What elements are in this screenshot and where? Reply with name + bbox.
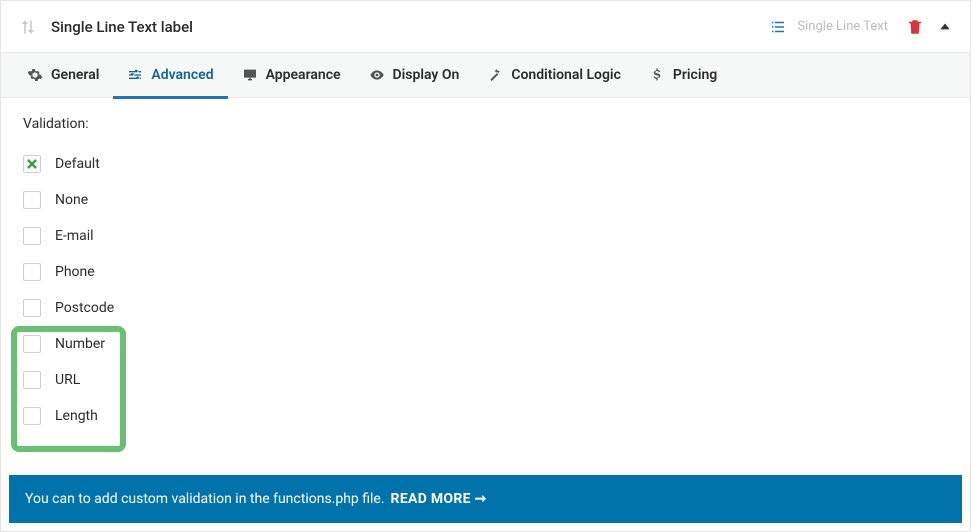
field-title: Single Line Text label xyxy=(51,18,769,36)
collapse-icon[interactable] xyxy=(938,20,952,34)
tabs-bar: General Advanced Appearance Display On C… xyxy=(1,53,970,98)
validation-option-postcode[interactable]: Postcode xyxy=(23,290,948,326)
tab-advanced[interactable]: Advanced xyxy=(113,53,227,98)
option-label: Phone xyxy=(55,264,95,280)
option-label: None xyxy=(55,192,88,208)
trash-icon[interactable] xyxy=(906,18,924,36)
tab-appearance[interactable]: Appearance xyxy=(228,53,355,98)
validation-option-none[interactable]: None xyxy=(23,182,948,218)
checkbox-icon[interactable] xyxy=(23,407,41,425)
tab-conditional-logic[interactable]: Conditional Logic xyxy=(473,53,635,98)
field-type-text: Single Line Text xyxy=(797,19,888,34)
checkbox-icon[interactable] xyxy=(23,227,41,245)
sliders-icon xyxy=(127,67,143,83)
checkbox-icon[interactable] xyxy=(23,371,41,389)
validation-option-default[interactable]: Default xyxy=(23,146,948,182)
gear-icon xyxy=(27,67,43,83)
validation-option-number[interactable]: Number xyxy=(23,326,948,362)
list-icon xyxy=(769,18,787,36)
monitor-icon xyxy=(242,67,258,83)
tab-pricing[interactable]: Pricing xyxy=(635,53,731,98)
read-more-label: READ MORE xyxy=(391,491,471,507)
option-label: Length xyxy=(55,408,98,424)
tab-label: Display On xyxy=(393,67,460,83)
checkbox-icon[interactable] xyxy=(23,263,41,281)
checkbox-icon[interactable] xyxy=(23,191,41,209)
info-text: You can to add custom validation in the … xyxy=(25,491,385,507)
option-label: Postcode xyxy=(55,300,114,316)
field-header: Single Line Text label Single Line Text xyxy=(1,1,970,53)
tab-label: Appearance xyxy=(266,67,341,83)
validation-panel: Validation: Default None E-mail Phone Po… xyxy=(1,98,970,448)
field-type-indicator: Single Line Text xyxy=(769,18,888,36)
checkbox-icon[interactable] xyxy=(23,335,41,353)
validation-label: Validation: xyxy=(23,116,948,132)
tab-label: General xyxy=(51,67,99,83)
option-label: E-mail xyxy=(55,228,94,244)
validation-option-phone[interactable]: Phone xyxy=(23,254,948,290)
read-more-link[interactable]: READ MORE ➞ xyxy=(391,491,487,507)
sort-icon[interactable] xyxy=(19,18,37,36)
validation-option-url[interactable]: URL xyxy=(23,362,948,398)
checkbox-icon[interactable] xyxy=(23,155,41,173)
tab-display-on[interactable]: Display On xyxy=(355,53,474,98)
option-label: Number xyxy=(55,336,105,352)
eye-icon xyxy=(369,67,385,83)
validation-option-length[interactable]: Length xyxy=(23,398,948,434)
tab-label: Pricing xyxy=(673,67,717,83)
info-banner: You can to add custom validation in the … xyxy=(9,475,962,523)
validation-option-email[interactable]: E-mail xyxy=(23,218,948,254)
arrow-right-icon: ➞ xyxy=(475,491,487,507)
option-label: URL xyxy=(55,372,80,388)
option-label: Default xyxy=(55,156,100,172)
tab-label: Conditional Logic xyxy=(511,67,621,83)
tab-label: Advanced xyxy=(151,67,213,83)
checkbox-icon[interactable] xyxy=(23,299,41,317)
wand-icon xyxy=(487,67,503,83)
dollar-icon xyxy=(649,67,665,83)
tab-general[interactable]: General xyxy=(13,53,113,98)
